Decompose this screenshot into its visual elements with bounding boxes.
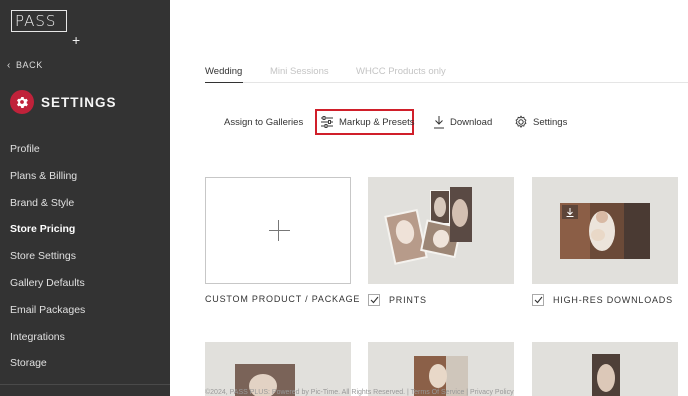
- footer-text: ©2024, PASS PLUS: Powered by Pic-Time. A…: [205, 389, 514, 396]
- product-image: [532, 342, 678, 396]
- pass-logo[interactable]: PASS +: [11, 10, 80, 47]
- settings-nav: Profile Plans & Billing Brand & Style St…: [0, 136, 170, 377]
- custom-product-label: CUSTOM PRODUCT / PACKAGE: [205, 294, 360, 304]
- sliders-icon: [321, 116, 333, 128]
- markup-label: Markup & Presets: [339, 116, 415, 128]
- sidebar-item-store-settings[interactable]: Store Settings: [0, 243, 170, 270]
- sidebar-divider: [0, 384, 170, 385]
- checkmark-icon: [534, 296, 542, 304]
- prints-label-text: PRINTS: [389, 295, 427, 305]
- product-card[interactable]: [368, 342, 514, 396]
- high-res-downloads-card[interactable]: [532, 177, 678, 284]
- high-res-downloads-label: HIGH-RES DOWNLOADS: [532, 294, 673, 306]
- logo-text: PASS: [15, 12, 57, 30]
- gear-icon: [10, 90, 34, 114]
- product-card[interactable]: [532, 342, 678, 396]
- prints-image: [368, 177, 514, 284]
- sidebar-item-gallery-defaults[interactable]: Gallery Defaults: [0, 270, 170, 297]
- assign-label: Assign to Galleries: [224, 116, 304, 128]
- product-image: [368, 342, 514, 396]
- high-res-downloads-label-text: HIGH-RES DOWNLOADS: [553, 295, 673, 305]
- back-link[interactable]: ‹ BACK: [7, 60, 43, 71]
- checkmark-icon: [370, 296, 378, 304]
- tab-mini-sessions[interactable]: Mini Sessions: [270, 66, 329, 77]
- tab-wedding[interactable]: Wedding: [205, 66, 242, 77]
- sidebar-item-brand-style[interactable]: Brand & Style: [0, 190, 170, 217]
- sidebar-item-plans-billing[interactable]: Plans & Billing: [0, 163, 170, 190]
- prints-checkbox[interactable]: [368, 294, 380, 306]
- high-res-downloads-checkbox[interactable]: [532, 294, 544, 306]
- assign-to-galleries-button[interactable]: Assign to Galleries: [224, 113, 303, 131]
- custom-product-label-text: CUSTOM PRODUCT / PACKAGE: [205, 294, 361, 304]
- download-icon: [434, 116, 444, 129]
- sidebar: PASS + ‹ BACK SETTINGS Profile Plans & Bi…: [0, 0, 170, 396]
- markup-presets-button[interactable]: Markup & Presets: [320, 113, 415, 131]
- sidebar-item-profile[interactable]: Profile: [0, 136, 170, 163]
- plus-icon-bar: [269, 230, 290, 231]
- logo-plus: +: [72, 32, 81, 48]
- sidebar-item-email-packages[interactable]: Email Packages: [0, 297, 170, 324]
- download-label: Download: [450, 116, 493, 128]
- prints-card[interactable]: [368, 177, 514, 284]
- product-image: [205, 342, 351, 396]
- settings-header: SETTINGS: [10, 90, 117, 114]
- settings-title: SETTINGS: [41, 94, 117, 110]
- settings-gear-icon: [515, 115, 527, 129]
- sidebar-item-integrations[interactable]: Integrations: [0, 324, 170, 351]
- price-list-tabs: Wedding Mini Sessions WHCC Products only: [205, 66, 688, 83]
- settings-button[interactable]: Settings: [514, 113, 567, 131]
- prints-label: PRINTS: [368, 294, 427, 306]
- active-tab-indicator: [205, 82, 243, 83]
- settings-label: Settings: [533, 116, 568, 128]
- chevron-left-icon: ‹: [7, 60, 11, 71]
- custom-product-card[interactable]: [205, 177, 351, 284]
- sidebar-item-storage[interactable]: Storage: [0, 350, 170, 377]
- sidebar-item-store-pricing[interactable]: Store Pricing: [0, 216, 170, 243]
- back-label: BACK: [15, 60, 43, 70]
- high-res-downloads-image: [532, 177, 678, 284]
- tab-whcc-products[interactable]: WHCC Products only: [356, 66, 446, 77]
- product-card[interactable]: [205, 342, 351, 396]
- download-button[interactable]: Download: [433, 113, 492, 131]
